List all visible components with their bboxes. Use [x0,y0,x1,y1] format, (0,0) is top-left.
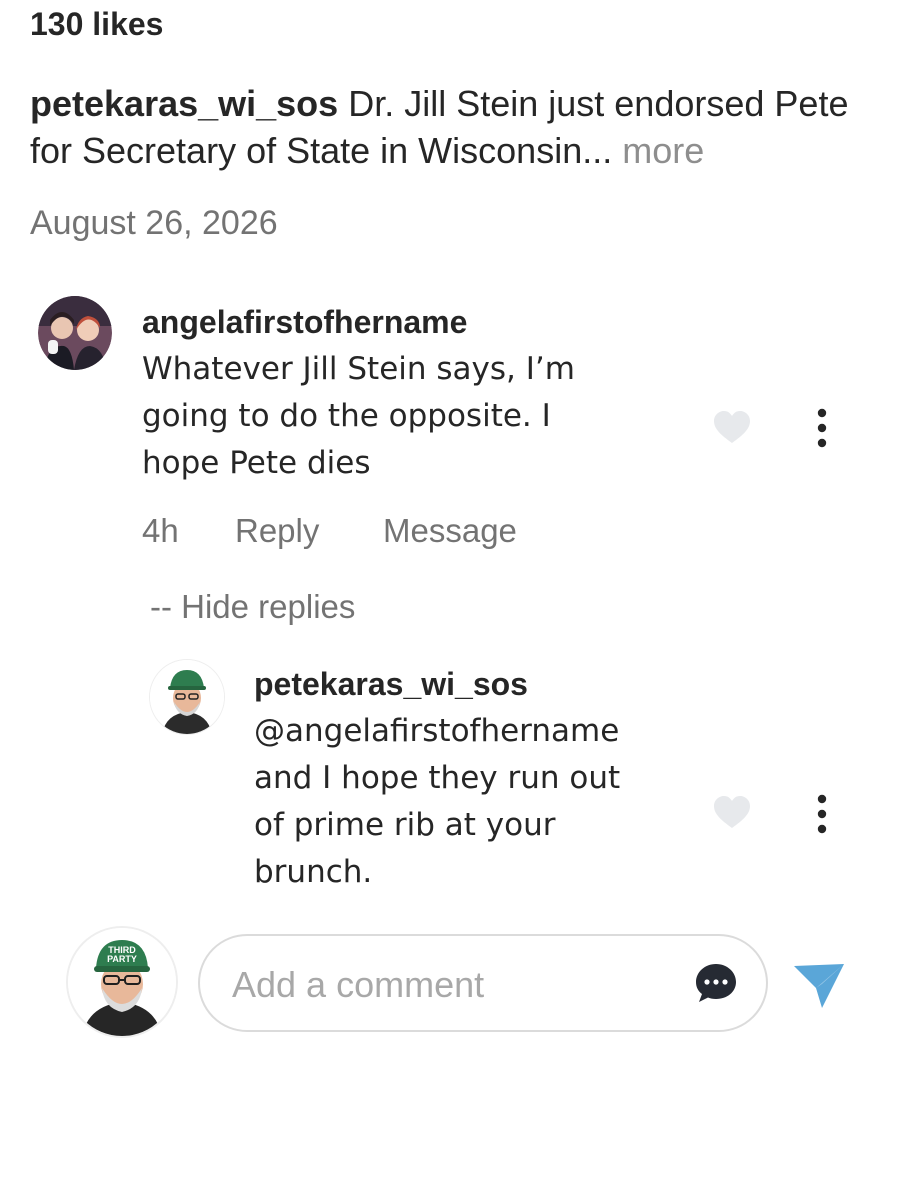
current-user-avatar[interactable]: THIRD PARTY [68,928,176,1036]
hide-replies-button[interactable]: -- Hide replies [150,588,355,626]
comment-input[interactable] [232,964,672,1006]
commenter-avatar[interactable] [38,296,112,370]
avatar-photo: THIRD PARTY [68,928,176,1036]
post-date: August 26, 2026 [30,204,278,242]
message-button[interactable]: Message [383,512,517,550]
chat-bubble-icon[interactable] [694,962,738,1004]
reply-text: @angelafirstofhername and I hope they ru… [254,708,684,896]
reply-username[interactable]: petekaras_wi_sos [254,666,528,703]
comment-text: Whatever Jill Stein says, I’m going to d… [142,346,682,487]
more-vertical-icon[interactable] [817,794,827,834]
avatar-photo [150,660,224,734]
comment-text-line: Whatever Jill Stein says, I’m [142,351,575,387]
comment-text-line: hope Pete dies [142,445,371,481]
reply-avatar[interactable] [150,660,224,734]
reply-text-line: brunch. [254,854,373,890]
avatar-photo [38,296,112,370]
comment-composer[interactable] [198,934,768,1032]
heart-icon[interactable] [713,411,751,445]
reply-text-line: @angelafirstofhername [254,713,620,749]
more-vertical-icon[interactable] [817,408,827,448]
comment-username[interactable]: angelafirstofhername [142,304,467,341]
reply-text-line: of prime rib at your [254,807,556,843]
hat-text-bottom: PARTY [107,954,137,964]
heart-icon[interactable] [713,796,751,830]
caption-ellipsis: ... [582,130,613,171]
likes-count[interactable]: 130 likes [30,6,163,43]
reply-text-line: and I hope they run out [254,760,621,796]
comment-text-line: going to do the opposite. I [142,398,551,434]
caption-more-link[interactable]: more [612,130,704,171]
paper-plane-icon[interactable] [792,962,846,1010]
comment-time: 4h [142,512,179,549]
post-caption: petekaras_wi_sos Dr. Jill Stein just end… [30,80,880,174]
caption-username[interactable]: petekaras_wi_sos [30,83,338,124]
reply-button[interactable]: Reply [235,512,319,550]
